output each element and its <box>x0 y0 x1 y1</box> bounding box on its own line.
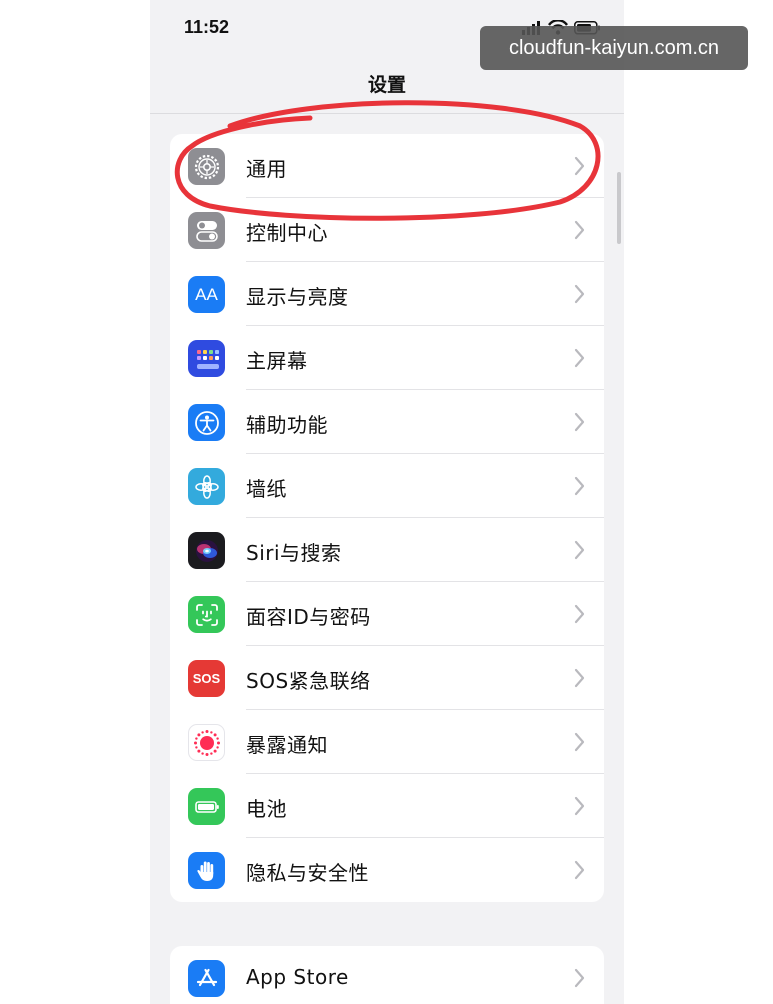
battery-icon <box>188 788 225 825</box>
accessibility-icon <box>188 404 225 441</box>
nav-divider <box>150 113 624 114</box>
chevron-right-icon <box>574 348 585 368</box>
switches-icon <box>188 212 225 249</box>
settings-row-app-store[interactable]: App Store <box>170 946 604 1004</box>
settings-row-home-screen[interactable]: 主屏幕 <box>170 326 604 390</box>
home-grid-icon <box>188 340 225 377</box>
chevron-right-icon <box>574 668 585 688</box>
settings-row-label: 控制中心 <box>246 221 328 245</box>
settings-row-general[interactable]: 通用 <box>170 134 604 198</box>
scroll-indicator[interactable] <box>617 172 621 244</box>
app-store-icon <box>188 960 225 997</box>
page-title: 设置 <box>367 74 406 96</box>
status-time: 11:52 <box>184 17 230 37</box>
settings-row-label: 通用 <box>246 157 287 181</box>
settings-row-label: SOS紧急联络 <box>246 669 371 693</box>
settings-row-label: 辅助功能 <box>246 413 328 437</box>
chevron-right-icon <box>574 540 585 560</box>
settings-row-label: 电池 <box>246 797 287 821</box>
chevron-right-icon <box>574 604 585 624</box>
chevron-right-icon <box>574 284 585 304</box>
settings-row-label: Siri与搜索 <box>246 541 342 565</box>
settings-row-exposure-notifications[interactable]: 暴露通知 <box>170 710 604 774</box>
settings-row-label: 面容ID与密码 <box>246 605 371 629</box>
settings-row-label: App Store <box>246 965 349 989</box>
chevron-right-icon <box>574 220 585 240</box>
aa-icon: AA <box>188 276 225 313</box>
settings-row-label: 隐私与安全性 <box>246 861 369 885</box>
settings-row-privacy-security[interactable]: 隐私与安全性 <box>170 838 604 902</box>
gear-icon <box>188 148 225 185</box>
settings-row-face-id-passcode[interactable]: 面容ID与密码 <box>170 582 604 646</box>
sos-icon: SOS <box>188 660 225 697</box>
settings-row-wallpaper[interactable]: 墙纸 <box>170 454 604 518</box>
settings-screen: 11:52 设置 通用 控制中心 AA 显示与亮度 主屏幕 辅助功能 墙纸 Si… <box>150 0 624 1004</box>
settings-group-main: 通用 控制中心 AA 显示与亮度 主屏幕 辅助功能 墙纸 Siri与搜索 面容I… <box>170 134 604 902</box>
chevron-right-icon <box>574 476 585 496</box>
face-id-icon <box>188 596 225 633</box>
sos-icon-text: SOS <box>192 671 221 686</box>
chevron-right-icon <box>574 732 585 752</box>
aa-icon-text: AA <box>195 284 218 304</box>
chevron-right-icon <box>574 156 585 176</box>
settings-row-label: 暴露通知 <box>246 733 328 757</box>
chevron-right-icon <box>574 796 585 816</box>
settings-row-emergency-sos[interactable]: SOS SOS紧急联络 <box>170 646 604 710</box>
watermark-label: cloudfun-kaiyun.com.cn <box>480 26 748 70</box>
settings-row-control-center[interactable]: 控制中心 <box>170 198 604 262</box>
settings-row-label: 墙纸 <box>246 477 287 501</box>
settings-row-label: 主屏幕 <box>246 349 308 373</box>
hand-icon <box>188 852 225 889</box>
settings-row-accessibility[interactable]: 辅助功能 <box>170 390 604 454</box>
chevron-right-icon <box>574 412 585 432</box>
settings-row-display-brightness[interactable]: AA 显示与亮度 <box>170 262 604 326</box>
settings-row-battery[interactable]: 电池 <box>170 774 604 838</box>
settings-row-label: 显示与亮度 <box>246 285 349 309</box>
exposure-icon <box>188 724 225 761</box>
settings-group-store: App Store <box>170 946 604 1004</box>
siri-icon <box>188 532 225 569</box>
flower-icon <box>188 468 225 505</box>
chevron-right-icon <box>574 968 585 988</box>
settings-row-siri-search[interactable]: Siri与搜索 <box>170 518 604 582</box>
chevron-right-icon <box>574 860 585 880</box>
